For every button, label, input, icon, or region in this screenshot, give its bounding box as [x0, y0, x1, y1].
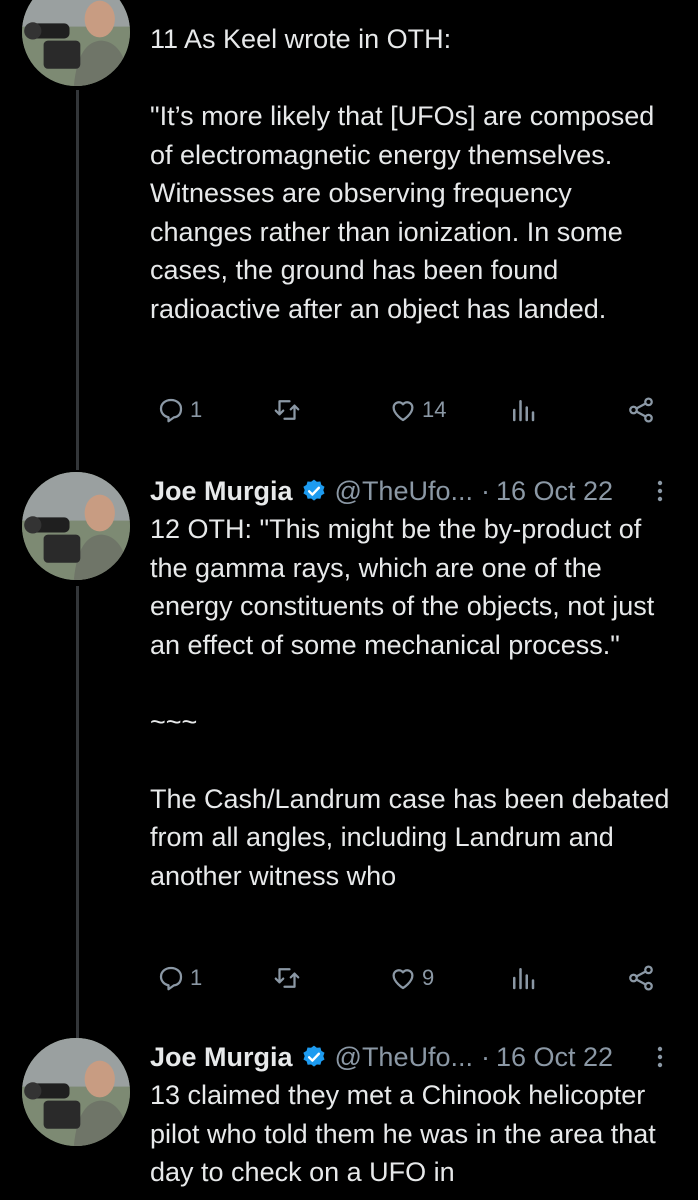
tweet-date[interactable]: 16 Oct 22	[496, 1038, 613, 1076]
share-button[interactable]	[626, 963, 656, 993]
more-options-icon[interactable]	[650, 1042, 670, 1072]
separator: ·	[481, 1042, 490, 1072]
tweet-text: 11 As Keel wrote in OTH: "It’s more like…	[150, 24, 655, 324]
share-icon	[629, 397, 653, 423]
reply-icon	[159, 398, 183, 423]
like-icon	[392, 969, 414, 990]
like-icon	[392, 401, 414, 422]
author-handle[interactable]: @TheUfo...	[335, 1038, 473, 1076]
separator: ·	[481, 476, 490, 506]
avatar[interactable]	[22, 0, 130, 86]
like-button[interactable]: 14	[388, 395, 446, 425]
retweet-icon	[274, 968, 300, 988]
retweet-icon	[274, 400, 300, 420]
reply-button[interactable]: 1	[156, 395, 202, 425]
verified-badge-icon	[302, 1045, 325, 1067]
thread-line	[76, 586, 79, 1038]
views-button[interactable]	[508, 395, 542, 425]
reply-count: 1	[190, 397, 203, 422]
like-count: 14	[422, 397, 447, 422]
tweet-actions: 1 14	[150, 390, 678, 430]
tweet-text: 12 OTH: "This might be the by-product of…	[150, 514, 670, 891]
reply-button[interactable]: 1	[156, 963, 202, 993]
verified-badge-icon	[302, 479, 325, 501]
like-button[interactable]: 9	[388, 963, 434, 993]
share-button[interactable]	[626, 395, 656, 425]
author-handle[interactable]: @TheUfo...	[335, 472, 473, 510]
retweet-button[interactable]	[272, 395, 306, 425]
tweet-header: Joe Murgia @TheUfo... · 16 Oct 22	[150, 1038, 678, 1076]
avatar[interactable]	[22, 472, 130, 580]
author-name[interactable]: Joe Murgia	[150, 1038, 293, 1076]
tweet-date[interactable]: 16 Oct 22	[496, 472, 613, 510]
views-button[interactable]	[508, 963, 542, 993]
thread-line	[76, 90, 79, 470]
tweet-header: Joe Murgia @TheUfo... · 16 Oct 22	[150, 472, 678, 510]
avatar-image	[22, 472, 130, 580]
retweet-button[interactable]	[272, 963, 306, 993]
share-icon	[629, 965, 653, 991]
like-count: 9	[422, 965, 435, 990]
views-icon	[513, 400, 535, 422]
tweet-text: 13 claimed they met a Chinook helicopter…	[150, 1080, 664, 1187]
avatar-image	[22, 0, 130, 86]
more-options-icon[interactable]	[650, 476, 670, 506]
avatar[interactable]	[22, 1038, 130, 1146]
views-icon	[513, 968, 535, 990]
reply-count: 1	[190, 965, 203, 990]
avatar-image	[22, 1038, 130, 1146]
tweet-actions: 1 9	[150, 958, 678, 998]
author-name[interactable]: Joe Murgia	[150, 472, 293, 510]
reply-icon	[159, 966, 183, 991]
